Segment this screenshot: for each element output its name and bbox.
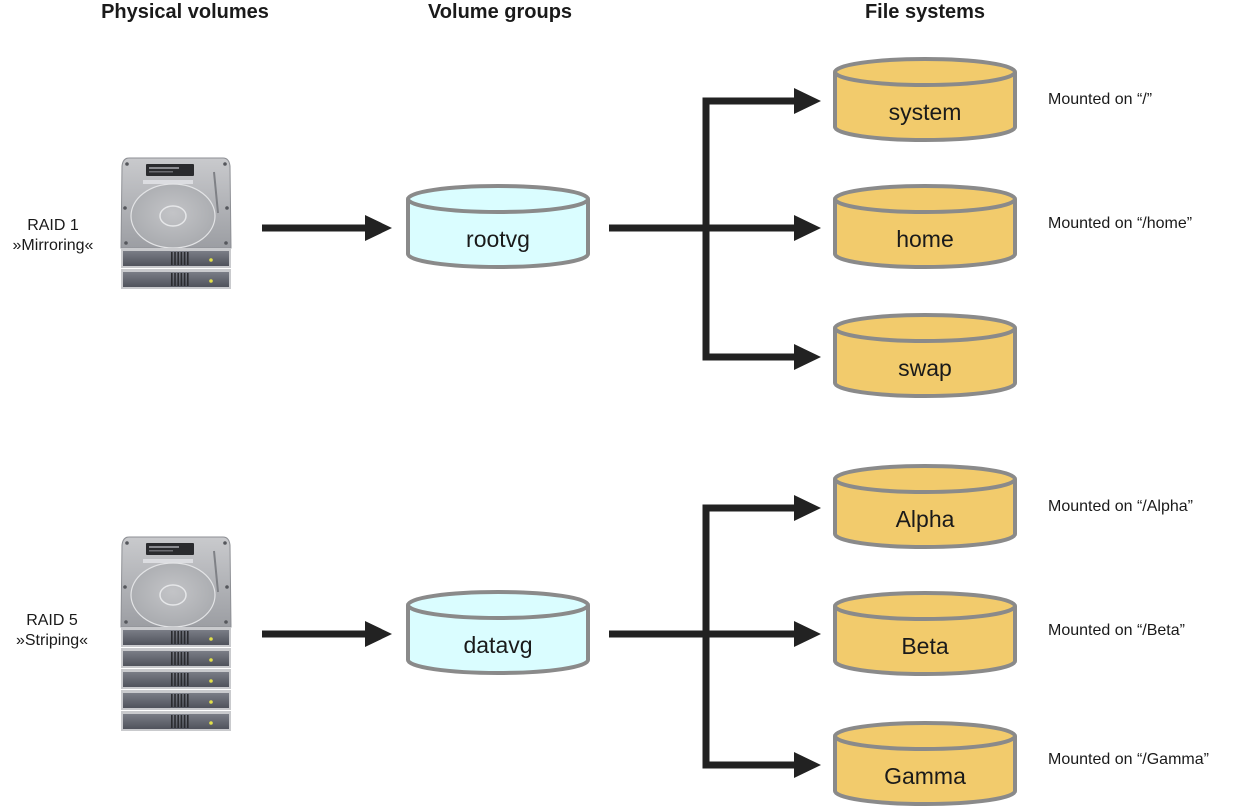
volume-group-rootvg: rootvg <box>406 184 590 269</box>
file-system-home-label: home <box>896 226 954 252</box>
file-system-alpha-label: Alpha <box>896 506 955 532</box>
file-system-swap-label: swap <box>898 355 952 381</box>
file-system-gamma-label: Gamma <box>884 763 966 789</box>
drive-led <box>209 679 213 683</box>
volume-group-rootvg-label: rootvg <box>466 226 530 252</box>
drive-led <box>209 721 213 725</box>
file-system-beta-label: Beta <box>901 633 949 659</box>
drive-led <box>209 637 213 641</box>
file-system-system: system <box>833 57 1017 142</box>
lvm-diagram: rootvg datavg system home swap Alpha Beta Gamma <box>120 57 1017 806</box>
file-system-alpha: Alpha <box>833 464 1017 549</box>
arrowhead-swap <box>794 344 821 370</box>
drive-platter <box>130 562 216 628</box>
arrowhead-home <box>794 215 821 241</box>
arrowhead-beta <box>794 621 821 647</box>
drive-platter <box>130 183 216 249</box>
drive-led <box>209 258 213 262</box>
arrowhead-gamma <box>794 752 821 778</box>
file-system-gamma: Gamma <box>833 721 1017 806</box>
drive-label-plate <box>146 543 194 555</box>
arrow-raid5-to-datavg <box>262 621 392 647</box>
branch-arrows-datavg <box>609 495 821 778</box>
raid5-drive-stack-icon <box>120 536 232 731</box>
drive-led <box>209 700 213 704</box>
file-system-swap: swap <box>833 313 1017 398</box>
volume-group-datavg-label: datavg <box>463 632 532 658</box>
volume-group-datavg: datavg <box>406 590 590 675</box>
arrow-raid1-to-rootvg <box>262 215 392 241</box>
file-system-beta: Beta <box>833 591 1017 676</box>
drive-led <box>209 279 213 283</box>
arrowhead-system <box>794 88 821 114</box>
drive-led <box>209 658 213 662</box>
branch-arrows-rootvg <box>609 88 821 370</box>
drive-label-plate <box>146 164 194 176</box>
file-system-system-label: system <box>889 99 962 125</box>
raid1-drive-stack-icon <box>120 157 232 289</box>
arrowhead-alpha <box>794 495 821 521</box>
file-system-home: home <box>833 184 1017 269</box>
